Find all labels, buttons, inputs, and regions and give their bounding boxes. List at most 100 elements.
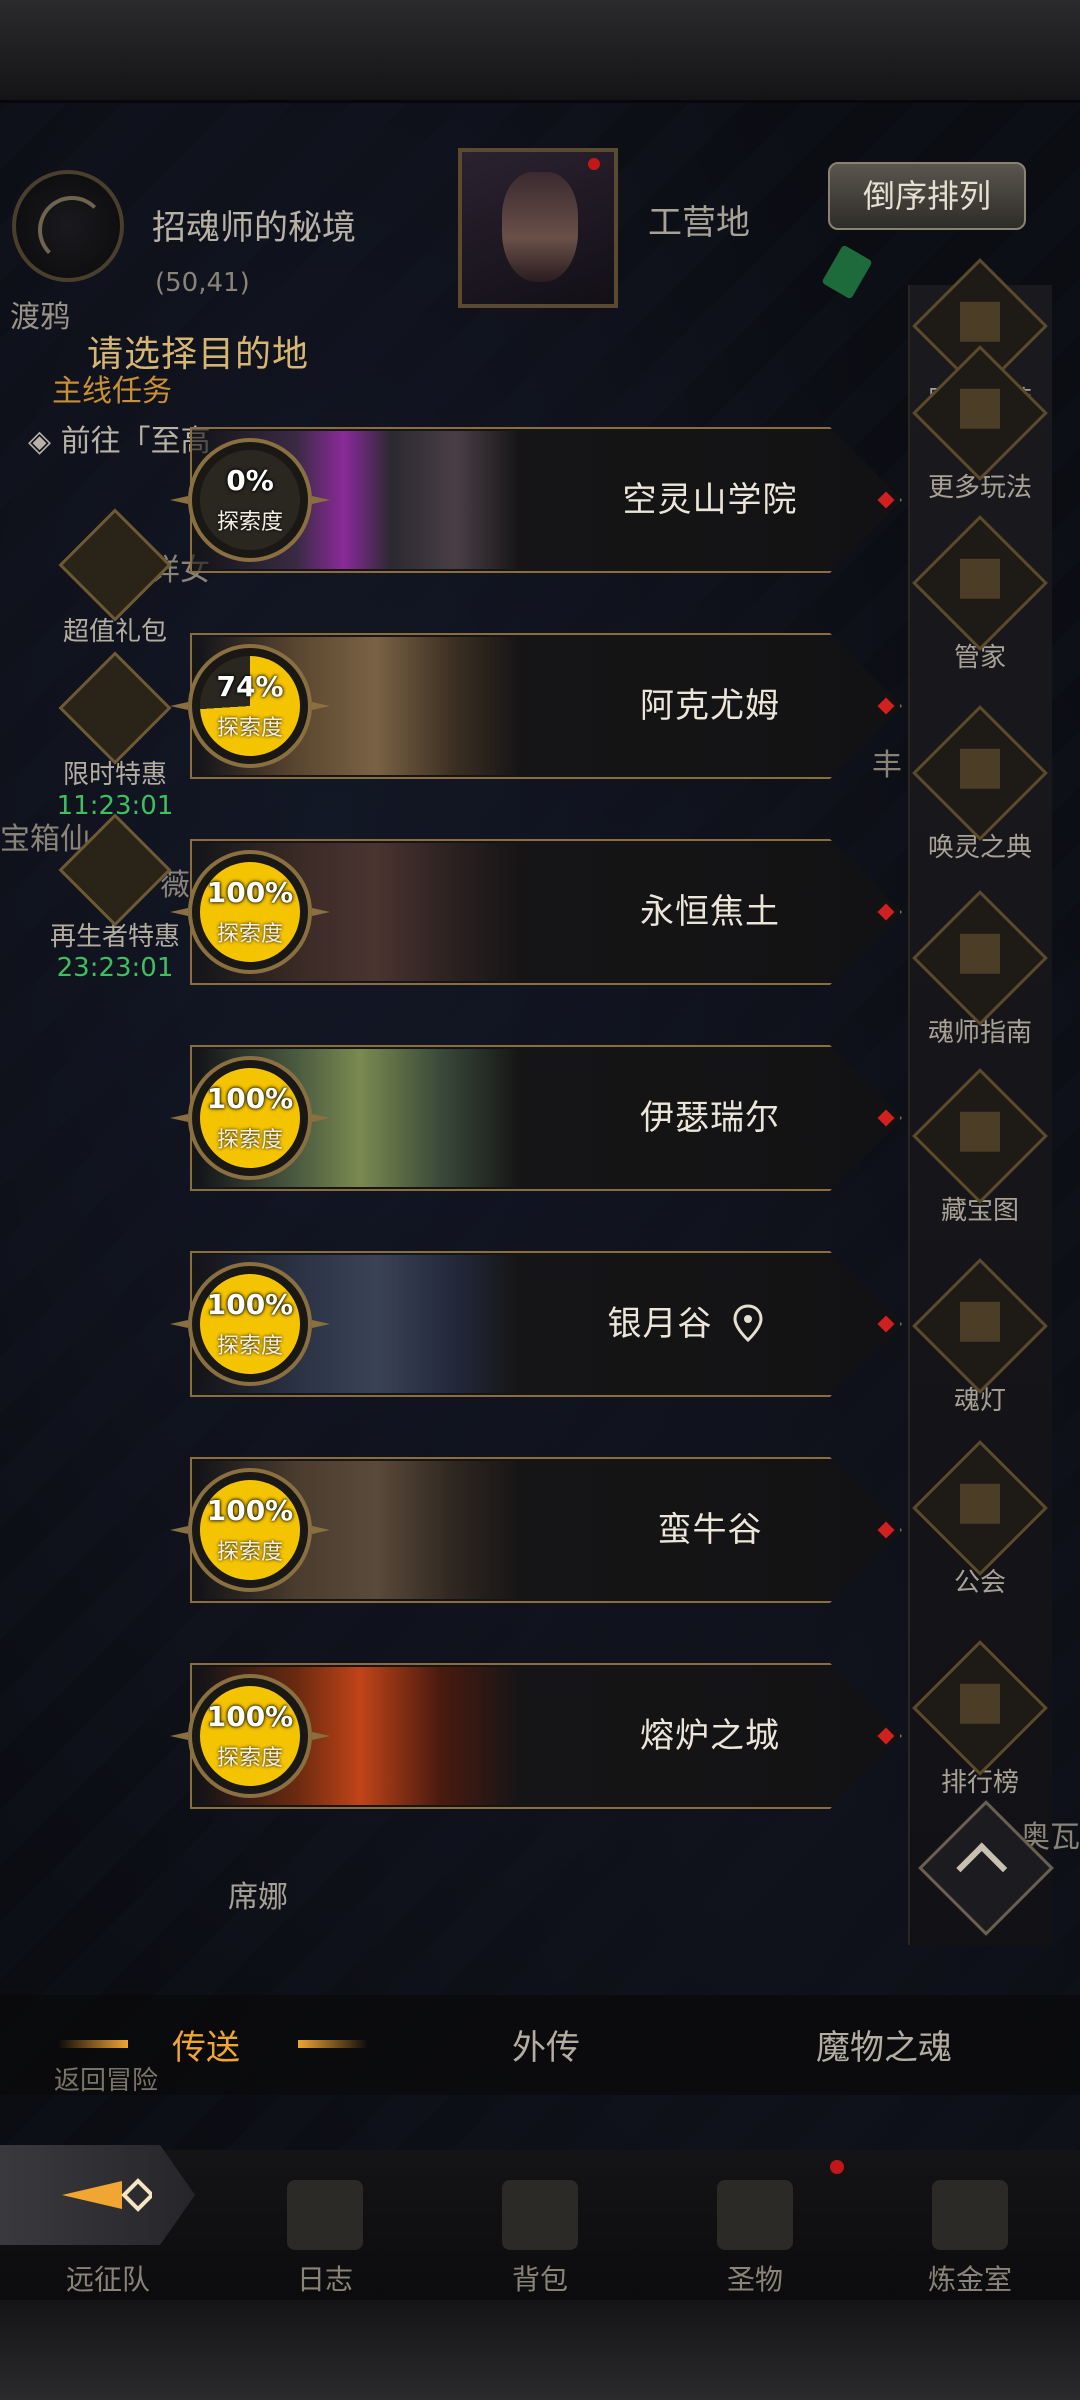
badge-spike [170,1526,188,1534]
nav-backpack-label: 背包 [511,2263,568,2296]
reverse-sort-button[interactable]: 倒序排列 [828,162,1026,230]
exploration-label: 探索度 [216,510,283,535]
destination-name: 熔炉之城 [640,1716,780,1756]
tab-wing-left [58,2040,128,2048]
hero-portrait[interactable] [458,148,618,308]
nav-journal[interactable]: 日志 [245,2180,405,2298]
exploration-label: 探索度 [216,1128,283,1153]
badge-spike [170,1114,188,1122]
treasure-map-icon [912,1068,1048,1204]
book-icon [912,705,1048,841]
top-frame [0,0,1080,103]
leaderboard-button[interactable]: 排行榜 [895,1640,1065,1799]
nav-relic[interactable]: 圣物 [675,2180,835,2298]
gift-icon [912,345,1048,481]
main-quest-text[interactable]: ◈ 前往「至高 [28,416,211,460]
badge-spike [312,1114,330,1122]
exploration-badge: 100% 探索度 [170,1262,330,1386]
notification-dot [588,158,600,170]
nav-relic-label: 圣物 [726,2263,783,2296]
lamp-icon [912,1258,1048,1394]
tab-monster-soul[interactable]: 魔物之魂 [816,2020,952,2069]
badge-spike [170,1732,188,1740]
soul-lamp-button[interactable]: 魂灯 [895,1258,1065,1417]
nav-backpack[interactable]: 背包 [460,2180,620,2298]
exploration-badge: 100% 探索度 [170,850,330,974]
location-coords: (50,41) [155,268,250,298]
destination-name: 空灵山学院 [622,480,798,520]
badge-spike [312,1320,330,1328]
value-pack-button[interactable]: 超值礼包 [40,508,190,648]
badge-spike [170,496,188,504]
exploration-label: 探索度 [216,1540,283,1565]
destination-name: 蛮牛谷 [657,1510,763,1550]
back-to-adventure-label[interactable]: 返回冒险 [54,2060,158,2097]
limited-offer-button[interactable]: 限时特惠 11:23:01 [40,651,190,821]
badge-spike [170,1320,188,1328]
relic-icon [717,2180,793,2250]
destination-name: 伊瑟瑞尔 [640,1098,780,1138]
location-pin-icon [733,1304,763,1343]
exploration-percent: 100% [206,1494,294,1527]
exploration-badge: 100% 探索度 [170,1674,330,1798]
nav-alchemy[interactable]: 炼金室 [890,2180,1050,2298]
main-quest-title[interactable]: 主线任务 [52,366,172,410]
bottom-frame [0,2300,1080,2400]
exploration-percent: 100% [206,1288,294,1321]
exploration-label: 探索度 [216,1746,283,1771]
badge-spike [312,496,330,504]
notification-dot [830,2160,844,2174]
tab-side-story[interactable]: 外传 [512,2020,580,2069]
badge-spike [170,908,188,916]
exploration-percent: 100% [206,1700,294,1733]
guild-button[interactable]: 公会 [895,1440,1065,1599]
exploration-badge: 100% 探索度 [170,1468,330,1592]
trophy-icon [912,1640,1048,1776]
treasure-map-button[interactable]: 藏宝图 [895,1068,1065,1227]
location-swirl-icon[interactable] [12,170,124,282]
tab-teleport[interactable]: 传送 [172,2020,240,2069]
badge-spike [312,702,330,710]
reborn-offer-timer: 23:23:01 [56,953,174,983]
destination-name: 永恒焦土 [640,892,780,932]
portrait-face [502,172,578,282]
badge-spike [170,702,188,710]
nav-journal-label: 日志 [296,2263,353,2296]
gift-box-icon [58,508,172,622]
badge-spike [312,1732,330,1740]
exploration-percent: 74% [216,670,284,703]
camp-label: 工营地 [648,203,750,243]
gift-box-icon [58,651,172,765]
more-modes-button[interactable]: 更多玩法 [895,345,1065,504]
location-name: 招魂师的秘境 [152,208,356,248]
summon-codex-button[interactable]: 唤灵之典 [895,705,1065,864]
expedition-icon [70,2180,146,2250]
exploration-badge: 100% 探索度 [170,1056,330,1180]
backpack-icon [502,2180,578,2250]
journal-icon [287,2180,363,2250]
chevron-up-icon [956,1842,1008,1894]
exploration-badge: 74% 探索度 [170,644,330,768]
nav-expedition[interactable]: 远征队 [28,2180,188,2298]
gift-box-icon [58,813,172,927]
exploration-percent: 0% [226,464,274,497]
nav-alchemy-label: 炼金室 [927,2263,1012,2296]
destination-name: 银月谷 [607,1304,713,1344]
badge-spike [312,908,330,916]
nav-expedition-label: 远征队 [65,2263,150,2296]
exploration-percent: 100% [206,876,294,909]
exploration-label: 探索度 [216,922,283,947]
soulmaster-guide-button[interactable]: 魂师指南 [895,890,1065,1049]
npc-label[interactable]: 席娜 [228,1872,288,1916]
reborn-offer-button[interactable]: 再生者特惠 23:23:01 [40,813,190,983]
guide-icon [912,890,1048,1026]
exploration-badge: 0% 探索度 [170,438,330,562]
destination-name: 阿克尤姆 [640,686,780,726]
exploration-percent: 100% [206,1082,294,1115]
exploration-label: 探索度 [216,1334,283,1359]
alchemy-icon [932,2180,1008,2250]
tab-wing-right [298,2040,368,2048]
scroll-quill-icon [912,515,1048,651]
exploration-label: 探索度 [216,716,283,741]
steward-button[interactable]: 管家 [895,515,1065,674]
